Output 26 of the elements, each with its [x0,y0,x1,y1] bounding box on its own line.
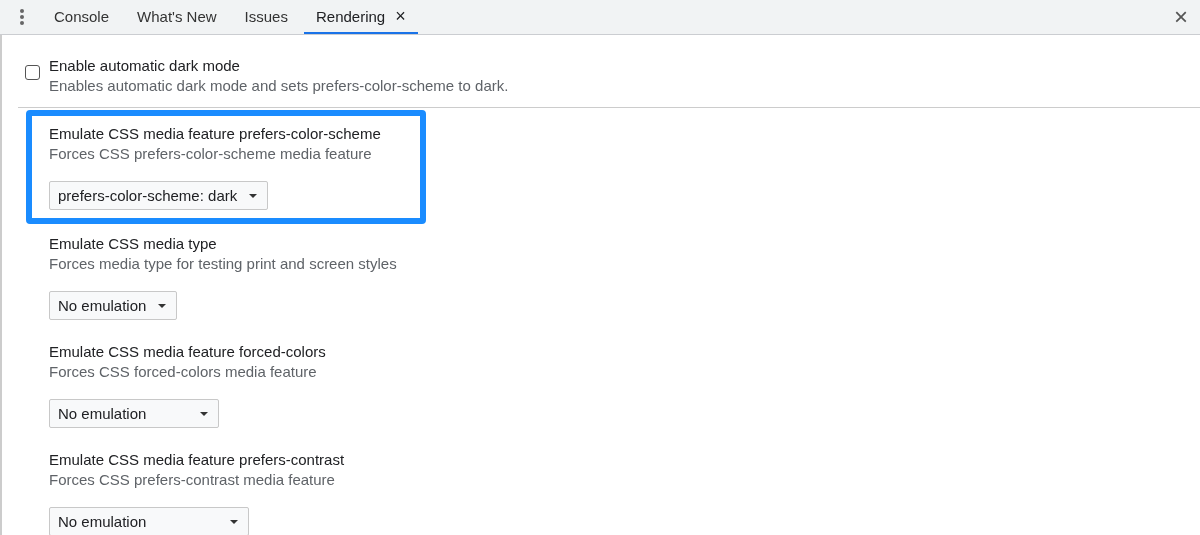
dropdown[interactable]: No emulation [49,399,220,428]
close-tab-button[interactable]: × [395,5,406,27]
tab[interactable]: What's New [125,0,229,34]
tab[interactable]: Console [42,0,122,34]
setting-title: Emulate CSS media feature prefers-color-scheme [49,124,382,144]
setting-label: Enable automatic dark mode [49,56,241,76]
checkbox[interactable] [25,65,40,80]
tab[interactable]: Issues [232,0,300,34]
close-button[interactable]: × [1174,3,1188,31]
setting-description: Enables automatic dark mode and sets prefers-color-scheme to dark. [49,76,509,96]
setting-description: Forces CSS prefers-contrast media feature [49,470,336,490]
dropdown[interactable]: No emulation [49,291,178,320]
tab[interactable]: Rendering × [303,0,418,34]
setting-title: Emulate CSS media feature prefers-contrast [49,450,346,470]
more-menu-icon[interactable] [20,8,24,26]
caret-icon [158,303,167,308]
setting-title: Emulate CSS media type [49,234,218,254]
dropdown[interactable]: prefers-color-scheme: dark [49,181,269,210]
caret-icon [249,193,258,198]
setting-description: Forces CSS prefers-color-scheme media feature [49,144,373,164]
dropdown[interactable]: No emulation [49,507,250,535]
caret-icon [200,411,209,416]
setting-description: Forces media type for testing print and screen styles [49,254,398,274]
setting-title: Emulate CSS media feature forced-colors [49,342,327,362]
caret-icon [230,519,239,524]
setting-description: Forces CSS forced-colors media feature [49,362,318,382]
